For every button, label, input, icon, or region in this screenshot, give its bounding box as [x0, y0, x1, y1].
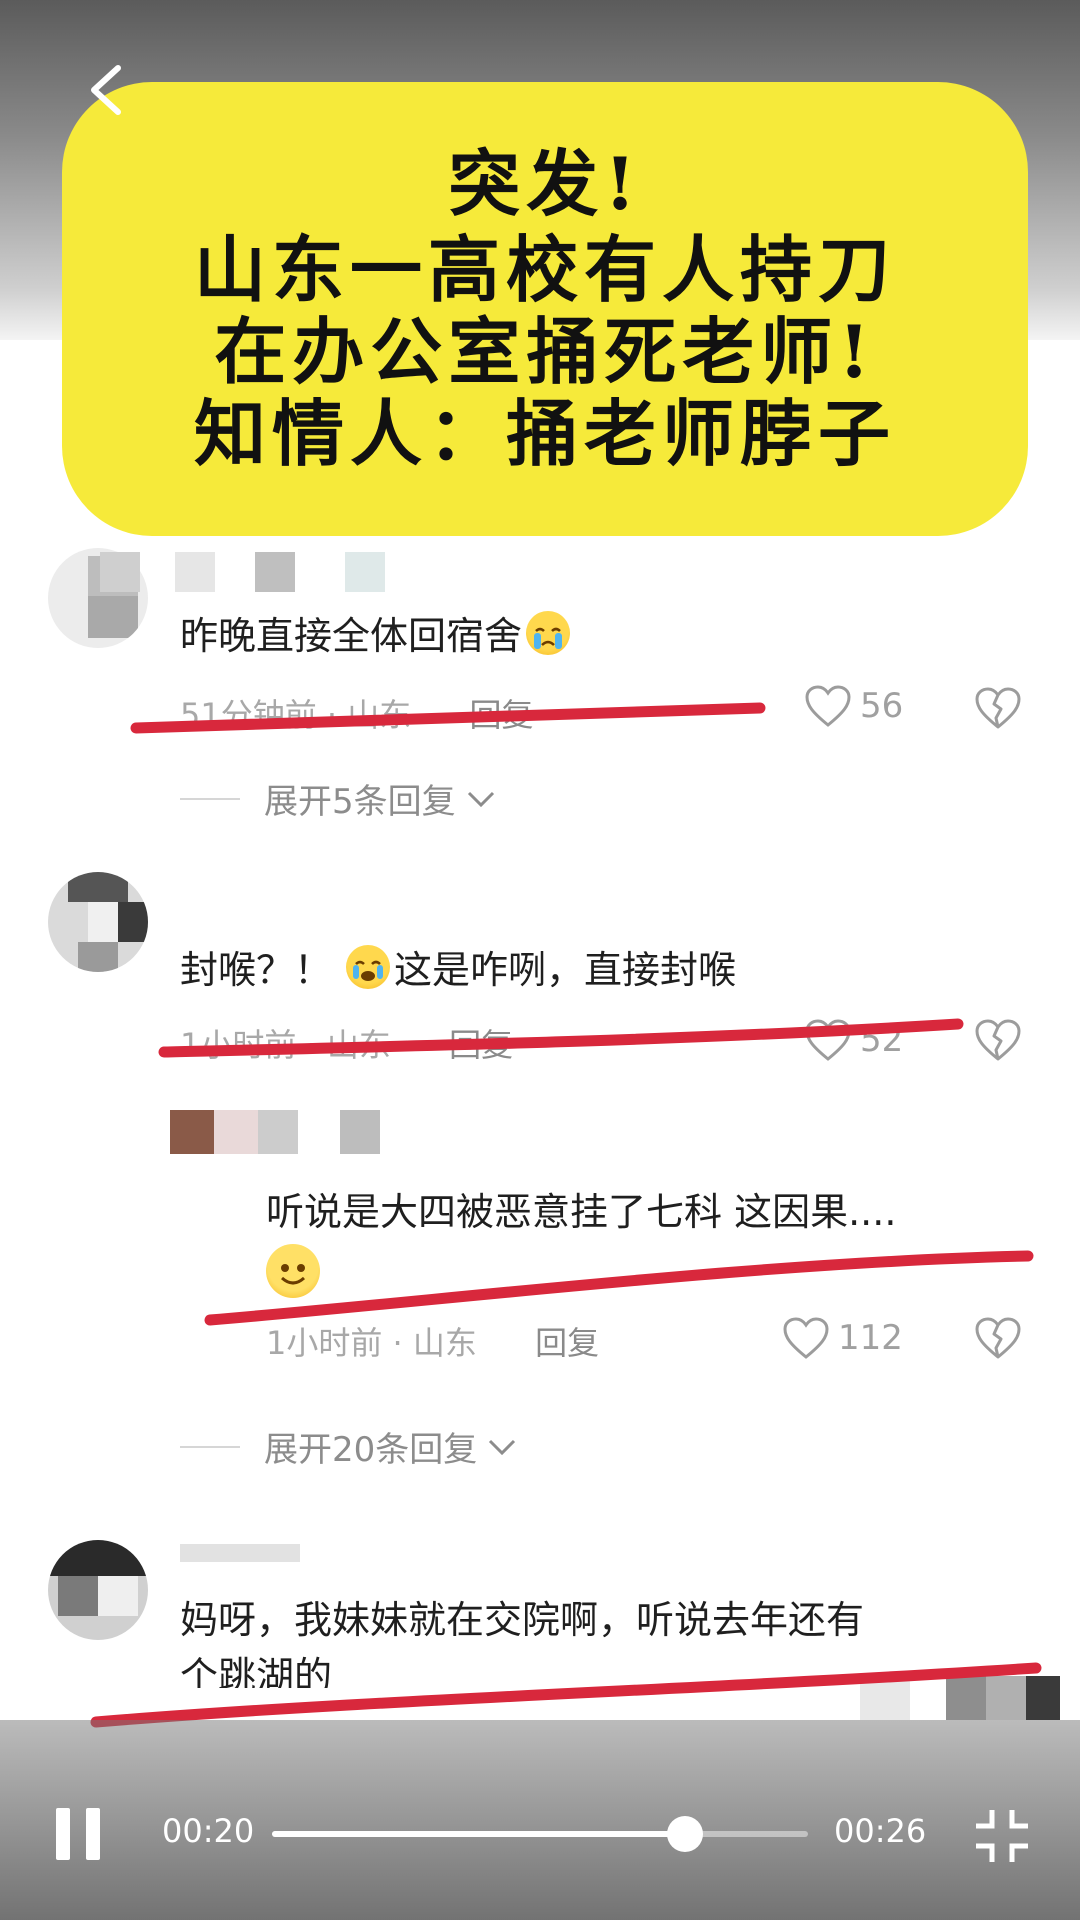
avatar[interactable]: [48, 1540, 148, 1640]
current-time: 00:20: [162, 1812, 255, 1850]
heart-icon: [783, 1317, 829, 1359]
crying-face-emoji: [346, 945, 391, 989]
reply-button[interactable]: 回复: [449, 1026, 513, 1064]
exit-fullscreen-icon[interactable]: [972, 1806, 1032, 1866]
comment-time: 1小时前: [266, 1324, 383, 1362]
chevron-down-icon: [467, 791, 494, 807]
like-count: 112: [838, 1318, 903, 1358]
comment-location: 山东: [412, 1324, 477, 1362]
comment-text: 听说是大四被恶意挂了七科 这因果....: [266, 1190, 897, 1234]
chevron-down-icon: [489, 1439, 516, 1455]
comment-emoji-line: [262, 1244, 324, 1307]
chevron-left-icon: [91, 65, 121, 115]
expand-replies-button[interactable]: 展开20条回复: [180, 1422, 517, 1471]
pause-icon: [56, 1808, 70, 1860]
comment-text: 封喉？！ 这是咋咧，直接封喉: [180, 942, 736, 998]
like-button[interactable]: 112: [782, 1316, 903, 1360]
divider: [180, 797, 240, 800]
back-button[interactable]: [80, 60, 130, 120]
comment-time: 1小时前: [180, 1026, 297, 1064]
reply-button[interactable]: 回复: [469, 696, 533, 734]
progress-slider[interactable]: [272, 1816, 808, 1852]
username-blurred[interactable]: [180, 1544, 300, 1562]
comment-text: 昨晚直接全体回宿舍: [180, 608, 574, 664]
broken-heart-icon[interactable]: [974, 1316, 1022, 1360]
smiling-face-emoji: [266, 1244, 320, 1298]
meta-separator: ·: [306, 1026, 317, 1064]
heart-icon: [805, 1019, 851, 1061]
like-count: 52: [860, 1020, 904, 1060]
pause-icon-bar: [86, 1808, 100, 1860]
meta-separator: ·: [392, 1324, 403, 1362]
blurred-overlay: [860, 1676, 1060, 1720]
comment-text-line-1: 妈呀，我妹妹就在交院啊，听说去年还有: [180, 1598, 865, 1642]
divider: [180, 1445, 240, 1448]
username-blurred[interactable]: [100, 552, 390, 592]
progress-thumb[interactable]: [666, 1816, 703, 1852]
pause-button[interactable]: [56, 1808, 100, 1860]
like-button[interactable]: 52: [804, 1018, 903, 1062]
like-button[interactable]: 56: [804, 684, 903, 728]
headline-banner: 突发! 山东一高校有人持刀 在办公室捅死老师! 知情人：捅老师脖子: [62, 82, 1028, 536]
meta-separator: ·: [326, 696, 338, 734]
crying-face-emoji: [526, 611, 571, 655]
avatar[interactable]: [48, 872, 148, 972]
comment-meta: 1小时前 · 山东 回复: [266, 1318, 599, 1364]
expand-label: 展开5条回复: [264, 782, 456, 822]
reply-button[interactable]: 回复: [535, 1324, 599, 1362]
expand-label: 展开20条回复: [264, 1430, 478, 1470]
headline-line-4: 知情人：捅老师脖子: [193, 391, 896, 476]
headline-line-2: 山东一高校有人持刀: [193, 227, 896, 312]
reply-avatar-and-username-blurred[interactable]: [170, 1110, 390, 1154]
comment-text-line-2: 个跳湖的: [180, 1654, 333, 1688]
comment-meta: 51分钟前 · 山东 回复: [180, 690, 533, 736]
heart-icon: [805, 685, 851, 727]
comment-time: 51分钟前: [180, 696, 317, 734]
like-count: 56: [860, 686, 904, 726]
headline-line-3: 在办公室捅死老师!: [214, 309, 876, 394]
comment-location: 山东: [326, 1026, 391, 1064]
total-time: 00:26: [834, 1812, 927, 1850]
comment-meta: 1小时前 · 山东 回复: [180, 1020, 513, 1066]
broken-heart-icon[interactable]: [974, 1018, 1022, 1062]
broken-heart-icon[interactable]: [974, 686, 1022, 730]
headline-line-1: 突发!: [448, 141, 642, 226]
expand-replies-button[interactable]: 展开5条回复: [180, 774, 496, 823]
progress-fill: [272, 1831, 685, 1837]
comment-location: 山东: [347, 696, 412, 734]
